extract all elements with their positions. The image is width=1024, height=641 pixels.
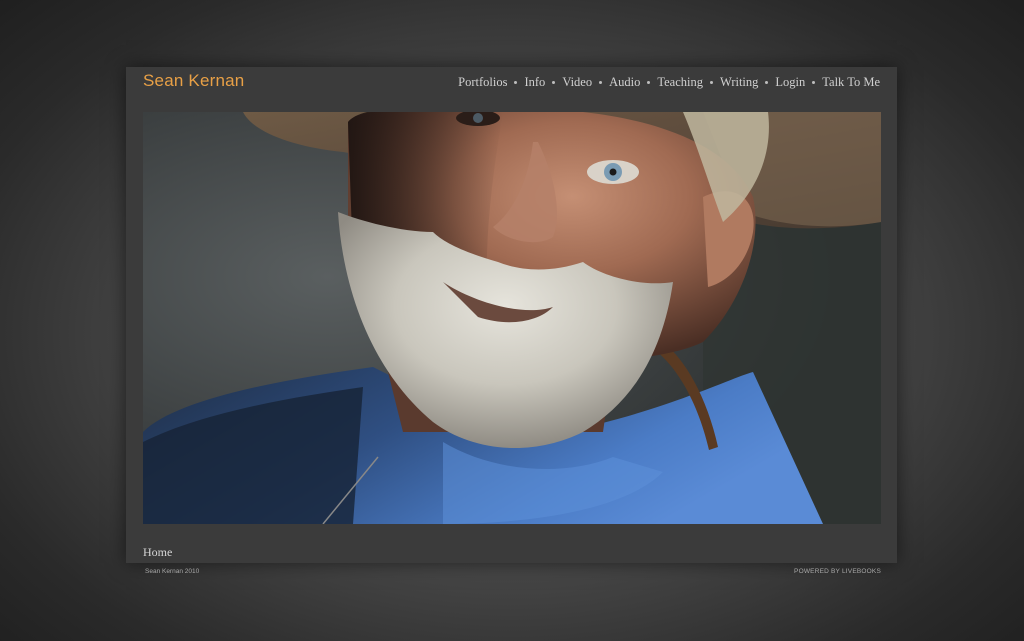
nav-item-writing[interactable]: Writing xyxy=(720,75,758,90)
nav-separator xyxy=(599,81,603,84)
nav-separator xyxy=(812,81,816,84)
nav-separator xyxy=(552,81,556,84)
nav-item-portfolios[interactable]: Portfolios xyxy=(458,75,507,90)
footer-copyright: Sean Kernan 2010 xyxy=(145,568,200,575)
nav-separator xyxy=(647,81,651,84)
nav-item-info[interactable]: Info xyxy=(524,75,545,90)
nav-separator xyxy=(710,81,714,84)
nav-separator xyxy=(514,81,518,84)
footer-powered-by-link[interactable]: POWERED BY LIVEBOOKS xyxy=(794,568,881,575)
nav-item-video[interactable]: Video xyxy=(562,75,592,90)
hero-portrait-image[interactable] xyxy=(143,112,881,524)
site-frame: Sean Kernan Portfolios Info Video Audio … xyxy=(126,67,897,563)
current-page-label: Home xyxy=(143,545,173,559)
nav-item-login[interactable]: Login xyxy=(775,75,805,90)
nav-item-talk-to-me[interactable]: Talk To Me xyxy=(822,75,880,90)
site-title[interactable]: Sean Kernan xyxy=(143,71,244,91)
nav-item-audio[interactable]: Audio xyxy=(609,75,640,90)
nav-separator xyxy=(765,81,769,84)
nav-item-teaching[interactable]: Teaching xyxy=(657,75,703,90)
main-nav: Portfolios Info Video Audio Teaching Wri… xyxy=(458,75,880,90)
